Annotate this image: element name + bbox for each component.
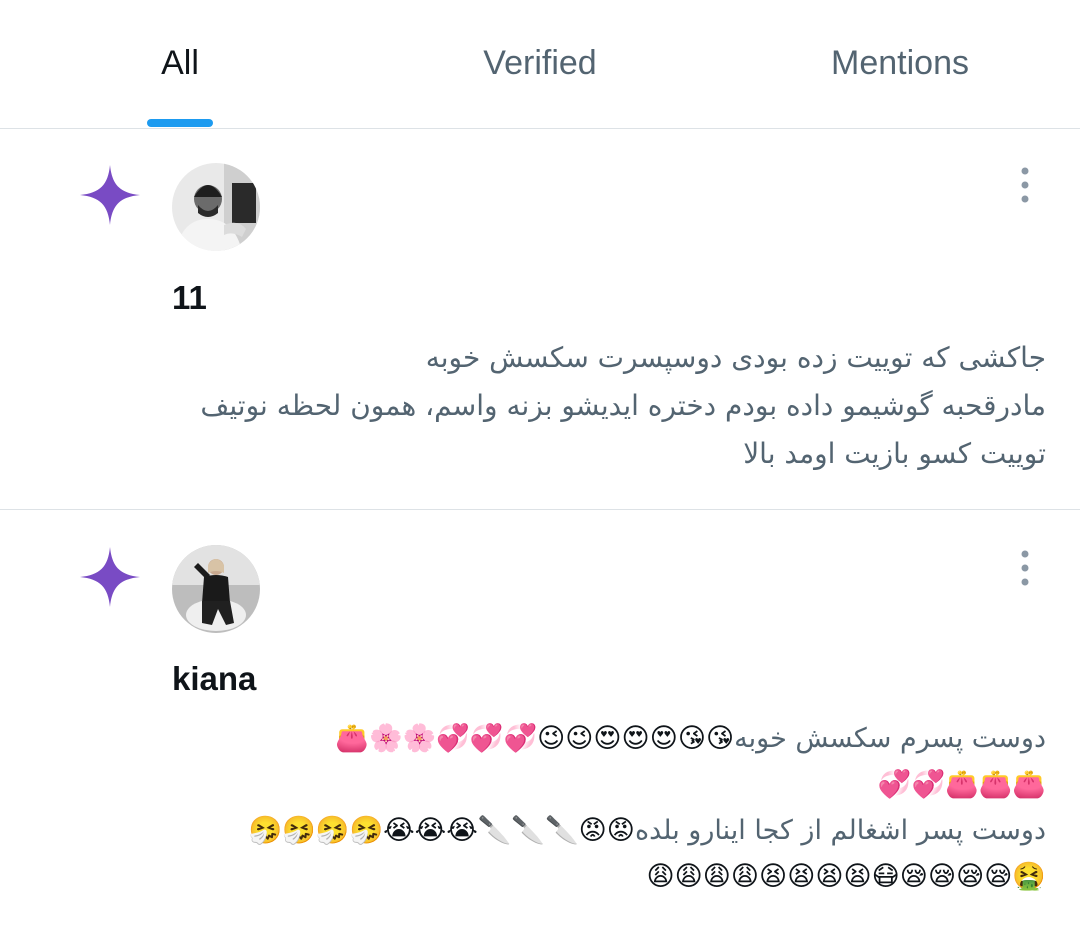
tab-mentions-label: Mentions [831,44,969,82]
tweet-line: دوست پسرم سکسش خوبه😘😘😍😍😍😉😉💞💞💞🌸🌸👛 [249,716,1046,762]
tweet-line-emoji: 🤮😪😪😪😪😷😫😫😫😫😩😩😩😩 [646,861,1046,892]
tweet-text: دوست پسرم سکسش خوبه😘😘😍😍😍😉😉💞💞💞🌸🌸👛 👛👛👛💞💞 د… [249,716,1046,900]
tab-verified[interactable]: Verified [360,0,720,128]
tweet-line: 👛👛👛💞💞 [249,762,1046,808]
active-tab-indicator [147,119,213,127]
notification-item[interactable]: kiana دوست پسرم سکسش خوبه😘😘😍😍😍😉😉💞💞💞🌸🌸👛 👛… [0,510,1080,929]
avatar[interactable] [172,163,260,251]
tweet-line: دوست پسر اشغالم از کجا اینارو بلده😡😡🔪🔪🔪😭… [249,808,1046,854]
tweet-line-emoji: 😡😡🔪🔪🔪😭😭😭🤧🤧🤧🤧 [248,815,635,846]
tab-verified-label: Verified [483,44,597,82]
user-name[interactable]: kiana [172,660,256,698]
tweet-line-text: دوست پسرم سکسش خوبه [734,723,1046,754]
avatar-photo [172,545,260,633]
more-options-icon[interactable] [1010,165,1040,205]
avatar[interactable] [172,545,260,633]
tab-all[interactable]: All [0,0,360,128]
sparkle-star-icon [80,547,140,607]
tweet-line: توییت کسو بازیت اومد بالا [743,437,1046,470]
sparkle-star-icon [80,165,140,225]
tab-mentions[interactable]: Mentions [720,0,1080,128]
notification-tabs: All Verified Mentions [0,0,1080,129]
tweet-line: مادرقحبه گوشیمو داده بودم دختره ایدیشو ب… [200,389,1046,422]
user-name[interactable]: 11 [172,279,207,317]
tweet-line-text: دوست پسر اشغالم از کجا اینارو بلده [634,815,1046,846]
notification-item[interactable]: 11 جاکشی که توییت زده بودی دوسپسرت سکسش … [0,129,1080,510]
tweet-text: جاکشی که توییت زده بودی دوسپسرت سکسش خوب… [200,334,1046,478]
more-options-icon[interactable] [1010,548,1040,588]
tweet-line-emoji: 😘😘😍😍😍😉😉💞💞💞🌸🌸👛 [335,723,735,754]
tweet-line-emoji: 👛👛👛💞💞 [877,769,1046,800]
tweet-line: 🤮😪😪😪😪😷😫😫😫😫😩😩😩😩 [249,854,1046,900]
tweet-line: جاکشی که توییت زده بودی دوسپسرت سکسش خوب… [425,341,1046,374]
tab-all-label: All [161,44,199,82]
avatar-photo [172,163,260,251]
